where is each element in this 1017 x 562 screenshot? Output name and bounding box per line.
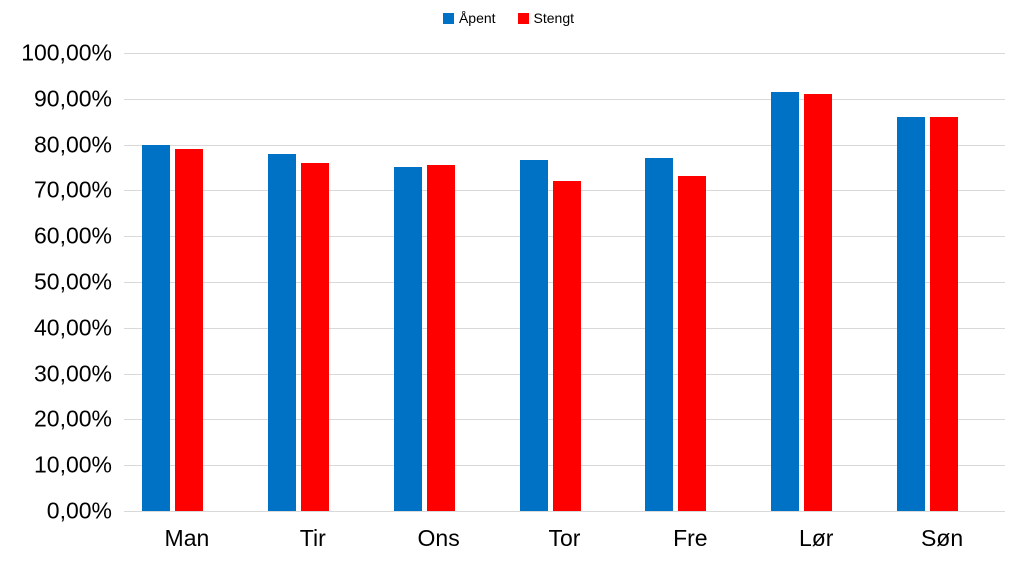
legend-swatch-icon-stengt — [517, 12, 529, 24]
bar[interactable] — [519, 159, 548, 511]
x-axis-tick-label: Tir — [299, 525, 326, 551]
bar-group — [753, 53, 879, 511]
bar[interactable] — [804, 94, 833, 511]
bar[interactable] — [645, 158, 674, 511]
bar-chart: Åpent Stengt 0,00% 10,00% 20,00% 30,00% 40,0… — [0, 0, 1017, 562]
bar-group — [124, 53, 250, 511]
bar-series-container — [124, 53, 1005, 511]
bar-group — [879, 53, 1005, 511]
bar-group — [627, 53, 753, 511]
x-axis-tick-label: Tor — [548, 525, 581, 551]
bar-group — [502, 53, 628, 511]
y-axis-tick-label: 40,00% — [33, 314, 112, 341]
bar[interactable] — [771, 92, 800, 511]
bar[interactable] — [678, 175, 707, 511]
gridline — [124, 511, 1005, 512]
x-axis-tick-label: Man — [164, 525, 210, 551]
bar[interactable] — [393, 166, 422, 511]
y-axis: 0,00% 10,00% 20,00% 30,00% 40,00% 50,00% 60,00… — [0, 41, 112, 522]
bar[interactable] — [426, 164, 455, 511]
bar-group — [376, 53, 502, 511]
y-axis-tick-label: 100,00% — [21, 39, 112, 66]
x-axis-tick-label: Ons — [417, 525, 460, 551]
y-axis-tick-label: 50,00% — [33, 268, 112, 295]
bar[interactable] — [300, 162, 329, 511]
legend-swatch-icon-apent — [442, 12, 454, 24]
y-axis-tick-label: 60,00% — [33, 222, 112, 249]
x-axis: Man Tir Ons Tor Fre Lør Søn — [124, 519, 1005, 559]
bar[interactable] — [552, 181, 581, 511]
bar-group — [250, 53, 376, 511]
y-axis-tick-label: 30,00% — [33, 360, 112, 387]
bar[interactable] — [930, 117, 959, 511]
bar[interactable] — [267, 153, 296, 511]
legend-label-apent: Åpent — [458, 10, 496, 26]
bar[interactable] — [897, 117, 926, 511]
y-axis-tick-label: 0,00% — [46, 497, 112, 524]
legend-label-stengt: Stengt — [533, 10, 575, 26]
chart-legend: Åpent Stengt — [0, 8, 1017, 28]
bar[interactable] — [142, 144, 170, 511]
y-axis-tick-label: 10,00% — [33, 451, 112, 478]
legend-entry-apent[interactable]: Åpent — [442, 10, 496, 26]
y-axis-tick-label: 90,00% — [33, 85, 112, 112]
legend-entry-stengt[interactable]: Stengt — [517, 10, 575, 26]
x-axis-tick-label: Søn — [920, 525, 964, 551]
y-axis-tick-label: 80,00% — [33, 131, 112, 158]
x-axis-tick-label: Lør — [798, 525, 834, 551]
x-axis-tick-label: Fre — [673, 525, 708, 551]
y-axis-tick-label: 20,00% — [33, 405, 112, 432]
y-axis-tick-label: 70,00% — [33, 176, 112, 203]
bar[interactable] — [175, 149, 203, 511]
